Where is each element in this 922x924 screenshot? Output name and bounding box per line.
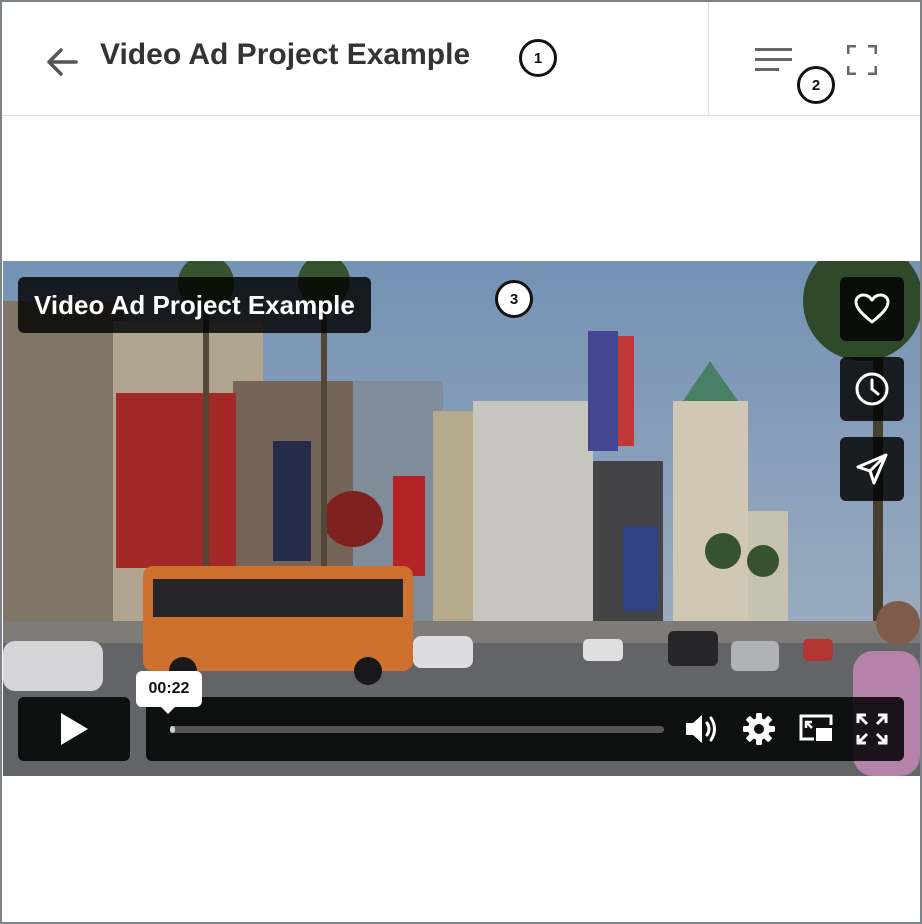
header-bar: Video Ad Project Example 1 2 [2,2,920,116]
video-title-overlay: Video Ad Project Example [18,277,371,333]
menu-button[interactable] [750,40,798,80]
fullscreen-expand-icon [856,713,888,745]
progress-fill [170,726,175,733]
header-divider [708,2,709,116]
menu-lines-icon [755,48,792,71]
play-icon [61,713,88,745]
fullscreen-corners-icon [847,45,877,75]
share-button[interactable] [840,437,904,501]
callout-marker-2: 2 [797,66,835,104]
callout-marker-3: 3 [495,280,533,318]
back-button[interactable] [40,40,84,84]
arrow-left-icon [47,48,78,76]
settings-button[interactable] [739,709,779,749]
progress-bar[interactable] [170,726,664,733]
send-icon [856,453,888,485]
video-player[interactable]: Video Ad Project Example 3 00:22 [3,261,920,776]
video-fullscreen-button[interactable] [852,709,892,749]
fullscreen-button[interactable] [840,38,884,82]
clock-icon [855,372,889,406]
watch-later-button[interactable] [840,357,904,421]
video-control-bar [146,697,904,761]
picture-in-picture-button[interactable] [796,709,836,749]
callout-marker-1: 1 [519,39,557,77]
heart-icon [854,293,890,324]
play-button[interactable] [18,697,130,761]
like-button[interactable] [840,277,904,341]
current-time-tooltip: 00:22 [136,671,202,714]
picture-in-picture-icon [799,714,833,741]
page-title: Video Ad Project Example [100,38,471,71]
settings-gear-icon [743,713,775,745]
volume-icon [686,715,716,743]
volume-button[interactable] [682,709,722,749]
